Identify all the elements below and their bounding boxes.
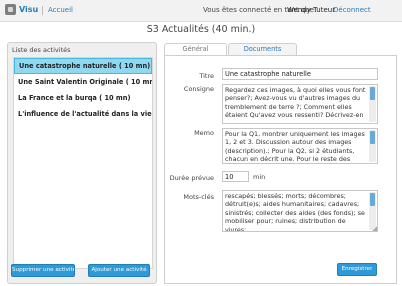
nav-divider	[42, 6, 43, 15]
title-label: Titre	[199, 72, 214, 80]
keywords-textarea[interactable]: rescapés; blessés; morts; décombres; dét…	[222, 190, 378, 232]
keywords-scrollbar[interactable]	[369, 192, 376, 230]
tab-general[interactable]: Général	[164, 43, 227, 55]
duration-unit: min	[253, 173, 266, 181]
app-title[interactable]: Visu	[19, 5, 38, 14]
memo-text: Pour la Q1, montrer uniquement les image…	[225, 130, 365, 164]
scroll-thumb[interactable]	[370, 131, 375, 144]
duration-field[interactable]: 10	[222, 171, 249, 182]
delete-activity-button[interactable]: Supprimer une activité	[11, 264, 75, 277]
activity-list-header: Liste des activités	[12, 46, 71, 54]
app-logo-icon	[5, 4, 16, 15]
activity-list: Une catastrophe naturelle ( 10 mn) Une S…	[13, 57, 153, 269]
duration-label: Durée prévue	[169, 174, 214, 182]
user-name: Wendy Tuteur	[287, 6, 336, 14]
memo-scrollbar[interactable]	[369, 130, 376, 162]
tab-documents[interactable]: Documents	[228, 43, 297, 55]
consigne-textarea[interactable]: Regardez ces images, à quoi elles vous f…	[222, 84, 378, 124]
activity-item[interactable]: La France et la burqa ( 10 mn)	[14, 90, 152, 106]
add-activity-button[interactable]: Ajouter une activité	[88, 264, 150, 277]
keywords-label: Mots-clés	[183, 193, 214, 201]
activity-panel: Liste des activités Une catastrophe natu…	[7, 42, 157, 284]
activity-item[interactable]: Une Saint Valentin Originale ( 10 mn)	[14, 74, 152, 90]
keywords-text: rescapés; blessés; morts; décombres; dét…	[225, 192, 365, 232]
home-link[interactable]: Accueil	[48, 6, 73, 14]
scroll-thumb[interactable]	[370, 193, 375, 206]
resize-grip-icon[interactable]	[372, 226, 377, 231]
memo-label: Memo	[194, 129, 214, 137]
consigne-label: Consigne	[183, 85, 214, 93]
logout-link[interactable]: Déconnect	[333, 6, 402, 14]
consigne-scrollbar[interactable]	[369, 86, 376, 122]
page-title: S3 Actualités (40 min.)	[146, 24, 256, 35]
scroll-thumb[interactable]	[370, 87, 375, 100]
consigne-text: Regardez ces images, à quoi elles vous f…	[225, 86, 366, 120]
top-bar: Visu Accueil Vous êtes connecté en tant …	[0, 0, 402, 22]
activity-item[interactable]: L'influence de l'actualité dans la vie q…	[14, 106, 152, 122]
activity-item[interactable]: Une catastrophe naturelle ( 10 mn)	[14, 58, 152, 74]
title-field[interactable]: Une catastrophe naturelle	[222, 68, 378, 80]
save-button[interactable]: Enregistrer	[337, 263, 377, 276]
memo-textarea[interactable]: Pour la Q1, montrer uniquement les image…	[222, 128, 378, 164]
